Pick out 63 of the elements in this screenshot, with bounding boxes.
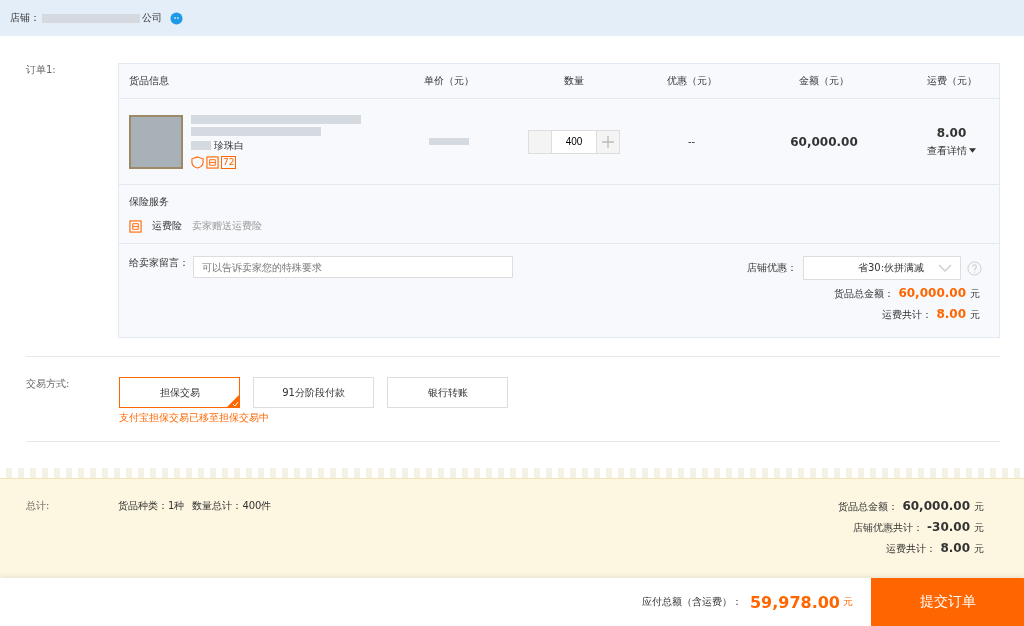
discount-value: -- [686, 136, 697, 147]
total-label: 货品总金额： [834, 287, 895, 301]
payment-option[interactable]: 担保交易 [119, 377, 240, 408]
payment-notice: 支付宝担保交易已移至担保交易中 [119, 411, 270, 425]
message-label: 给卖家留言： [129, 256, 189, 270]
store-label: 店铺： [10, 11, 40, 25]
summary-label: 总计: [26, 499, 51, 513]
item-kinds: 货品种类：1种 [118, 499, 185, 513]
total-value: 8.00 [936, 307, 966, 321]
payment-option[interactable]: 银行转账 [387, 377, 508, 408]
currency-unit: 元 [970, 287, 980, 301]
total-label: 运费共计： [882, 308, 933, 322]
column-header: 单价（元） [423, 74, 475, 88]
chevron-down-icon [938, 264, 952, 272]
service-badge: 72 [221, 155, 237, 169]
help-icon[interactable] [967, 260, 982, 276]
shipping-value: 8.00 [936, 125, 967, 140]
plus-icon [602, 135, 614, 148]
chat-icon[interactable] [170, 11, 183, 25]
decrease-button[interactable] [528, 129, 552, 154]
currency-unit: 元 [974, 521, 984, 535]
summary-line-label: 运费共计： [886, 542, 937, 556]
payment-label: 交易方式: [26, 377, 71, 391]
increase-button[interactable] [596, 129, 620, 154]
message-input[interactable]: 可以告诉卖家您的特殊要求 [193, 256, 513, 278]
store-name: 公司 [142, 11, 162, 25]
order-label: 订单1: [26, 63, 57, 77]
caret-icon [969, 148, 976, 153]
total-value: 60,000.00 [898, 286, 966, 300]
column-header: 运费（元） [925, 74, 978, 88]
item-count: 数量总计：400件 [192, 499, 272, 513]
amount-value: 60,000.00 [789, 134, 859, 149]
details-link[interactable]: 查看详情 [927, 143, 976, 158]
currency-unit: 元 [974, 500, 984, 514]
quantity-input[interactable]: 400 [552, 129, 596, 154]
store-discount-label: 店铺优惠： [747, 261, 797, 275]
check-corner-icon [226, 394, 240, 408]
currency-unit: 元 [970, 308, 980, 322]
shield-badge-icon [191, 155, 204, 169]
insurance-icon [129, 219, 142, 233]
discount-dropdown[interactable]: 省30:伙拼满减 [803, 256, 961, 280]
summary-line-label: 货品总金额： [838, 500, 899, 514]
column-header: 数量 [563, 74, 585, 88]
column-header: 金额（元） [798, 74, 850, 88]
product-variant: 珍珠白 [214, 138, 244, 153]
summary-line-label: 店铺优惠共计： [853, 521, 924, 535]
summary-line-value: -30.00 [927, 520, 970, 534]
summary-line-value: 8.00 [940, 541, 970, 555]
column-header: 优惠（元） [665, 74, 718, 88]
photo-placeholder [129, 114, 183, 169]
summary-line-value: 60,000.00 [902, 499, 970, 513]
insurance-note: 卖家赠送运费险 [192, 219, 262, 233]
blurred-text [191, 141, 211, 150]
blurred-text [429, 138, 469, 145]
column-header: 货品信息 [128, 74, 170, 88]
insurance-name: 运费险 [152, 219, 182, 233]
payable-value: 59,978.00 [749, 592, 840, 612]
payment-option[interactable]: 91分阶段付款 [253, 377, 374, 408]
insurance-title: 保险服务 [129, 195, 170, 209]
currency-unit: 元 [843, 595, 853, 609]
payable-label: 应付总额（含运费）： [641, 595, 742, 609]
calendar-badge-icon [206, 155, 219, 169]
currency-unit: 元 [974, 542, 984, 556]
